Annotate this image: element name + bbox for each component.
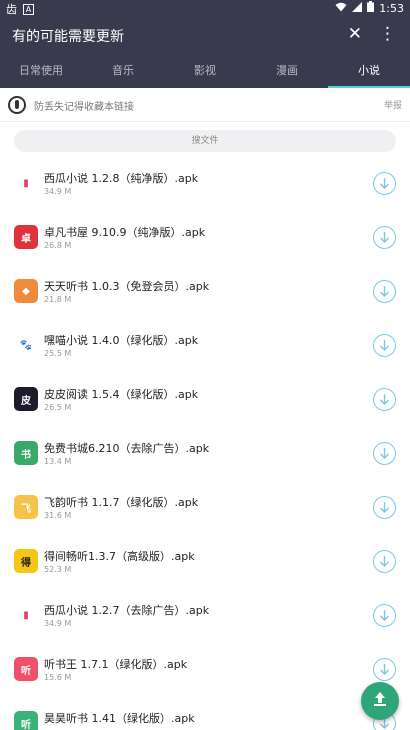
file-size: 21.8 M — [44, 295, 72, 304]
file-item[interactable]: ◆ 天天听书 1.0.3（免登会员）.apk 21.8 M — [0, 264, 410, 318]
download-arrow-icon — [380, 556, 389, 567]
app-icon: 皮 — [14, 387, 38, 411]
download-button[interactable] — [373, 172, 396, 195]
file-size: 26.8 M — [44, 241, 72, 250]
category-tabs: 日常使用 音乐 影视 漫画 小说 — [0, 56, 410, 88]
wifi-icon — [335, 2, 347, 15]
app-icon: ▮ — [14, 171, 38, 195]
file-name: 西瓜小说 1.2.8（纯净版）.apk — [44, 172, 199, 185]
download-button[interactable] — [373, 334, 396, 357]
app-icon: ◆ — [14, 279, 38, 303]
download-arrow-icon — [380, 448, 389, 459]
app-icon: 🐾 — [14, 333, 38, 357]
file-name: 飞韵听书 1.1.7（绿化版）.apk — [44, 496, 199, 509]
app-icon: ▮ — [14, 603, 38, 627]
file-item[interactable]: 书免费书城6.210（去除广告）.apk 13.4 M — [0, 426, 410, 480]
file-name: 皮皮阅读 1.5.4（绿化版）.apk — [44, 388, 199, 401]
download-arrow-icon — [380, 394, 389, 405]
tab-novels[interactable]: 小说 — [328, 56, 410, 88]
file-size: 15.6 M — [44, 673, 72, 682]
app-notification-icon: 齿 — [6, 3, 17, 16]
clock: 1:53 — [379, 1, 404, 15]
download-button[interactable] — [373, 226, 396, 249]
download-button[interactable] — [373, 658, 396, 681]
file-item[interactable]: 听昊昊听书 1.41（绿化版）.apk — [0, 696, 410, 730]
file-size: 52.3 M — [44, 565, 72, 574]
download-arrow-icon — [380, 286, 389, 297]
file-item[interactable]: 卓卓凡书屋 9.10.9（纯净版）.apk 26.8 M — [0, 210, 410, 264]
file-name: 免费书城6.210（去除广告）.apk — [44, 442, 210, 455]
file-size: 26.5 M — [44, 403, 72, 412]
download-button[interactable] — [373, 550, 396, 573]
more-options-icon[interactable]: ⋮ — [379, 24, 396, 44]
file-name: 得间畅听1.3.7（高级版）.apk — [44, 550, 195, 563]
file-name: 卓凡书屋 9.10.9（纯净版）.apk — [44, 226, 206, 239]
search-input[interactable]: 搜文件 — [14, 130, 396, 152]
file-item[interactable]: 皮皮皮阅读 1.5.4（绿化版）.apk 26.5 M — [0, 372, 410, 426]
download-arrow-icon — [380, 340, 389, 351]
download-button[interactable] — [373, 280, 396, 303]
download-arrow-icon — [380, 664, 389, 675]
owner-avatar-icon — [8, 96, 26, 114]
app-icon: 书 — [14, 441, 38, 465]
download-button[interactable] — [373, 388, 396, 411]
app-icon: 听 — [14, 711, 38, 730]
file-name: 嘿喵小说 1.4.0（绿化版）.apk — [44, 334, 199, 347]
app-icon: 得 — [14, 549, 38, 573]
file-item[interactable]: 飞飞韵听书 1.1.7（绿化版）.apk 31.6 M — [0, 480, 410, 534]
tab-daily-use[interactable]: 日常使用 — [0, 56, 82, 88]
file-item[interactable]: 得得间畅听1.3.7（高级版）.apk 52.3 M — [0, 534, 410, 588]
file-list: ▮ 西瓜小说 1.2.8（纯净版）.apk 34.9 M 卓卓凡书屋 9.10.9（纯… — [0, 156, 410, 730]
tab-comics[interactable]: 漫画 — [246, 56, 328, 88]
download-button[interactable] — [373, 442, 396, 465]
status-bar: 齿 A 1:53 — [0, 0, 410, 16]
file-name: 西瓜小说 1.2.7（去除广告）.apk — [44, 604, 210, 617]
signal-icon — [352, 1, 363, 15]
upload-icon — [371, 690, 389, 712]
file-size: 13.4 M — [44, 457, 72, 466]
page-title: 有的可能需要更新 — [12, 29, 124, 45]
notice-text: 防丢失记得收藏本链接 — [34, 102, 134, 113]
tab-video[interactable]: 影视 — [164, 56, 246, 88]
battery-icon — [367, 1, 375, 15]
file-name: 天天听书 1.0.3（免登会员）.apk — [44, 280, 210, 293]
download-arrow-icon — [380, 502, 389, 513]
file-item[interactable]: 🐾 嘿喵小说 1.4.0（绿化版）.apk 25.5 M — [0, 318, 410, 372]
app-bar: 有的可能需要更新 ✕ ⋮ — [0, 16, 410, 56]
notice-bar: 防丢失记得收藏本链接 举报 — [0, 88, 410, 122]
app-icon: 听 — [14, 657, 38, 681]
download-arrow-icon — [380, 610, 389, 621]
download-button[interactable] — [373, 496, 396, 519]
file-item[interactable]: ▮ 西瓜小说 1.2.8（纯净版）.apk 34.9 M — [0, 156, 410, 210]
file-name: 昊昊听书 1.41（绿化版）.apk — [44, 712, 195, 725]
report-link[interactable]: 举报 — [384, 98, 402, 111]
notification-icon: A — [23, 3, 34, 15]
download-arrow-icon — [380, 232, 389, 243]
file-name: 听书王 1.7.1（绿化版）.apk — [44, 658, 188, 671]
close-icon[interactable]: ✕ — [348, 24, 362, 44]
tab-music[interactable]: 音乐 — [82, 56, 164, 88]
file-size: 34.9 M — [44, 187, 72, 196]
download-arrow-icon — [380, 178, 389, 189]
file-size: 25.5 M — [44, 349, 72, 358]
app-icon: 飞 — [14, 495, 38, 519]
file-size: 34.9 M — [44, 619, 72, 628]
app-icon: 卓 — [14, 225, 38, 249]
file-item[interactable]: ▮ 西瓜小说 1.2.7（去除广告）.apk 34.9 M — [0, 588, 410, 642]
download-button[interactable] — [373, 604, 396, 627]
file-size: 31.6 M — [44, 511, 72, 520]
file-item[interactable]: 听听书王 1.7.1（绿化版）.apk 15.6 M — [0, 642, 410, 696]
fab-button[interactable] — [361, 682, 399, 720]
